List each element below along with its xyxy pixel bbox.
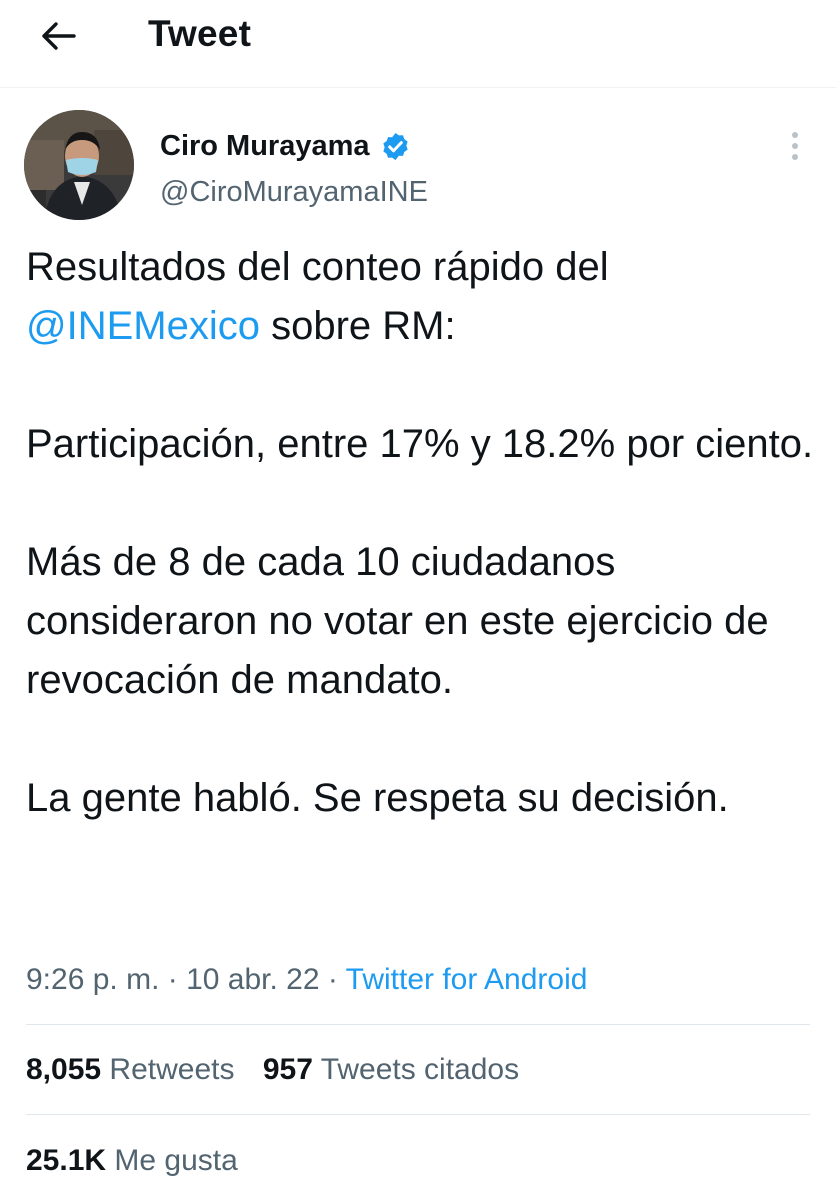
retweets-stat[interactable]: 8,055 Retweets — [26, 1048, 234, 1092]
page-title: Tweet — [148, 13, 252, 54]
likes-count: 25.1K — [26, 1144, 107, 1177]
meta-separator: · — [159, 963, 187, 996]
quote-tweets-stat[interactable]: 957 Tweets citados — [263, 1048, 519, 1092]
verified-badge-icon — [380, 131, 411, 162]
engagement-stats: 8,055 Retweets 957 Tweets citados — [26, 1048, 519, 1092]
divider — [26, 1114, 810, 1115]
author-name-text: Ciro Murayama — [160, 130, 370, 162]
back-button[interactable] — [30, 12, 86, 60]
author-name[interactable]: Ciro Murayama — [160, 126, 411, 166]
tweet-time[interactable]: 9:26 p. m. — [26, 963, 159, 996]
meta-separator: · — [319, 963, 346, 996]
tweet-line-1: Resultados del conteo rápido del — [26, 245, 609, 289]
tweet-text: Resultados del conteo rápido del @INEMex… — [26, 238, 816, 828]
top-bar: Tweet — [0, 0, 836, 88]
quote-tweets-count: 957 — [262, 1053, 313, 1086]
likes-stat[interactable]: 25.1K Me gusta — [26, 1139, 238, 1183]
likes-stats: 25.1K Me gusta — [26, 1139, 238, 1183]
tweet-source[interactable]: Twitter for Android — [346, 963, 588, 996]
retweets-label: Retweets — [109, 1053, 235, 1086]
vertical-dots-icon — [792, 132, 798, 160]
retweets-count: 8,055 — [26, 1053, 102, 1086]
tweet-paragraph-4: La gente habló. Se respeta su decisión. — [26, 776, 729, 820]
avatar[interactable] — [24, 110, 134, 220]
more-options-button[interactable] — [780, 126, 810, 166]
author-handle[interactable]: @CiroMurayamaINE — [160, 172, 428, 212]
likes-label: Me gusta — [114, 1144, 238, 1177]
divider — [26, 1024, 810, 1025]
tweet-line-2-rest: sobre RM: — [259, 304, 456, 348]
tweet-paragraph-2: Participación, entre 17% y 18.2% por cie… — [26, 422, 814, 466]
tweet-metadata: 9:26 p. m. · 10 abr. 22 · Twitter for An… — [26, 958, 587, 1002]
tweet-paragraph-3: Más de 8 de cada 10 ciudadanos considera… — [26, 540, 769, 702]
mention-link[interactable]: @INEMexico — [26, 304, 260, 348]
tweet-line-2: @INEMexico sobre RM: — [26, 297, 816, 356]
tweet-date[interactable]: 10 abr. 22 — [186, 963, 319, 996]
arrow-left-icon — [42, 22, 76, 50]
quote-tweets-label: Tweets citados — [320, 1053, 520, 1086]
